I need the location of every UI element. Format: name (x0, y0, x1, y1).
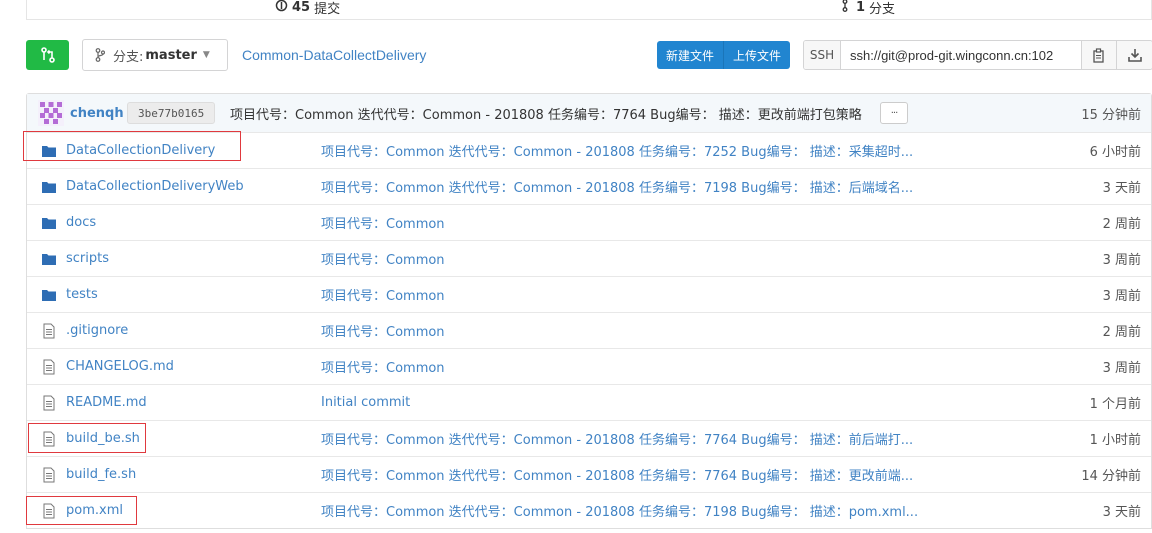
upload-file-button[interactable]: 上传文件 (723, 41, 791, 69)
compare-pull-button[interactable] (26, 40, 69, 70)
file-name-link[interactable]: CHANGELOG.md (66, 359, 174, 374)
branch-icon (95, 48, 105, 62)
file-commit-message[interactable]: 项目代号：Common (321, 357, 445, 376)
download-button[interactable] (1116, 41, 1152, 69)
file-icon (41, 467, 57, 483)
branch-name: master (145, 47, 197, 63)
download-icon (1127, 49, 1142, 62)
branches-stat[interactable]: 1 分支 (842, 0, 895, 17)
repo-toolbar: 分支: master ▼ Common-DataCollectDelivery … (26, 39, 1152, 71)
file-row: docs 项目代号：Common 2 周前 (27, 204, 1151, 240)
commits-label: 提交 (314, 2, 341, 17)
folder-icon (41, 179, 57, 195)
copy-icon (1093, 47, 1104, 63)
file-icon (41, 503, 57, 519)
file-commit-age: 1 个月前 (1089, 397, 1141, 412)
branches-label: 分支 (869, 2, 896, 17)
branch-icon (842, 0, 852, 16)
file-row: DataCollectionDelivery 项目代号：Common 迭代代号：C… (27, 132, 1151, 168)
new-file-button[interactable]: 新建文件 (657, 41, 724, 69)
chevron-down-icon: ▼ (202, 50, 210, 60)
file-commit-message[interactable]: Initial commit (321, 395, 410, 410)
commit-message: 项目代号：Common 迭代代号：Common - 201808 任务编号：77… (230, 107, 862, 123)
file-commit-age: 3 周前 (1102, 289, 1141, 304)
file-name-link[interactable]: README.md (66, 395, 147, 410)
branch-selector[interactable]: 分支: master ▼ (82, 39, 228, 71)
file-name-link[interactable]: tests (66, 287, 98, 302)
folder-icon (41, 143, 57, 159)
file-row: build_fe.sh 项目代号：Common 迭代代号：Common - 201… (27, 456, 1151, 492)
branches-count: 1 (856, 0, 866, 15)
file-commit-age: 3 周前 (1102, 253, 1141, 268)
file-table: chenqh 3be77b0165 项目代号：Common 迭代代号：Commo… (26, 93, 1152, 529)
file-name-link[interactable]: DataCollectionDelivery (66, 143, 215, 158)
file-commit-age: 6 小时前 (1089, 145, 1141, 160)
clone-url-input[interactable]: ssh://git@prod-git.wingconn.cn:102 (841, 41, 1081, 69)
commit-author[interactable]: chenqh (70, 106, 124, 121)
latest-commit-row: chenqh 3be77b0165 项目代号：Common 迭代代号：Commo… (27, 94, 1151, 132)
file-row: scripts 项目代号：Common 3 周前 (27, 240, 1151, 276)
file-commit-age: 3 天前 (1102, 181, 1141, 196)
avatar[interactable] (38, 100, 64, 126)
file-row: build_be.sh 项目代号：Common 迭代代号：Common - 201… (27, 420, 1151, 456)
file-icon (41, 395, 57, 411)
clone-url-group: SSH ssh://git@prod-git.wingconn.cn:102 (803, 40, 1152, 70)
file-row: tests 项目代号：Common 3 周前 (27, 276, 1151, 312)
file-row: pom.xml 项目代号：Common 迭代代号：Common - 201808 … (27, 492, 1151, 528)
file-commit-age: 2 周前 (1102, 217, 1141, 232)
commit-icon (275, 0, 288, 16)
ssh-protocol-button[interactable]: SSH (804, 41, 841, 69)
folder-icon (41, 251, 57, 267)
file-commit-age: 1 小时前 (1089, 433, 1141, 448)
file-row: CHANGELOG.md 项目代号：Common 3 周前 (27, 348, 1151, 384)
file-row: .gitignore 项目代号：Common 2 周前 (27, 312, 1151, 348)
file-actions: 新建文件 上传文件 (657, 41, 791, 69)
file-commit-age: 3 周前 (1102, 361, 1141, 376)
file-row: DataCollectionDeliveryWeb 项目代号：Common 迭代代… (27, 168, 1151, 204)
folder-icon (41, 287, 57, 303)
expand-commit-button[interactable]: ··· (880, 102, 908, 124)
compare-icon (40, 47, 55, 63)
file-name-link[interactable]: pom.xml (66, 503, 123, 518)
file-name-link[interactable]: build_fe.sh (66, 467, 136, 482)
file-icon (41, 323, 57, 339)
file-commit-message[interactable]: 项目代号：Common (321, 285, 445, 304)
file-name-link[interactable]: scripts (66, 251, 109, 266)
file-commit-age: 3 天前 (1102, 505, 1141, 520)
commit-age: 15 分钟前 (1081, 107, 1141, 123)
commit-sha[interactable]: 3be77b0165 (127, 102, 216, 124)
folder-icon (41, 215, 57, 231)
file-row: README.md Initial commit 1 个月前 (27, 384, 1151, 420)
breadcrumb-repo-name[interactable]: Common-DataCollectDelivery (242, 47, 426, 63)
file-name-link[interactable]: docs (66, 215, 96, 230)
file-commit-message[interactable]: 项目代号：Common 迭代代号：Common - 201808 任务编号：71… (321, 177, 913, 196)
file-commit-message[interactable]: 项目代号：Common (321, 321, 445, 340)
file-commit-age: 2 周前 (1102, 325, 1141, 340)
file-commit-message[interactable]: 项目代号：Common 迭代代号：Common - 201808 任务编号：77… (321, 429, 913, 448)
file-icon (41, 431, 57, 447)
file-name-link[interactable]: DataCollectionDeliveryWeb (66, 179, 244, 194)
file-commit-message[interactable]: 项目代号：Common (321, 213, 445, 232)
commits-stat[interactable]: 45 提交 (275, 0, 340, 17)
file-commit-age: 14 分钟前 (1081, 469, 1141, 484)
copy-url-button[interactable] (1081, 41, 1116, 69)
branch-prefix: 分支: (113, 49, 144, 65)
commits-count: 45 (292, 0, 311, 15)
file-commit-message[interactable]: 项目代号：Common 迭代代号：Common - 201808 任务编号：77… (321, 465, 913, 484)
repo-stats-bar: 45 提交 1 分支 (26, 0, 1152, 20)
file-name-link[interactable]: build_be.sh (66, 431, 140, 446)
file-commit-message[interactable]: 项目代号：Common 迭代代号：Common - 201808 任务编号：72… (321, 141, 913, 160)
file-name-link[interactable]: .gitignore (66, 323, 128, 338)
file-commit-message[interactable]: 项目代号：Common 迭代代号：Common - 201808 任务编号：71… (321, 501, 918, 520)
file-commit-message[interactable]: 项目代号：Common (321, 249, 445, 268)
file-icon (41, 359, 57, 375)
